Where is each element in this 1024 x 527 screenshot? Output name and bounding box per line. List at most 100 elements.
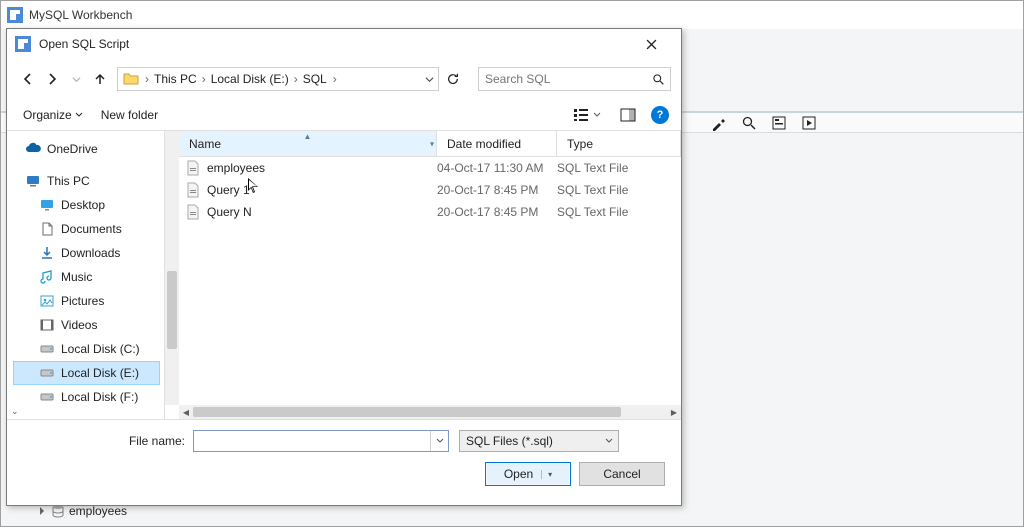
music-icon: [39, 269, 55, 285]
navpane-documents[interactable]: Documents: [13, 217, 160, 241]
filetype-label: SQL Files (*.sql): [460, 434, 600, 448]
mysql-workbench-icon: [7, 7, 23, 23]
filename-input[interactable]: [194, 434, 430, 448]
file-row[interactable]: Query 1 20-Oct-17 8:45 PM SQL Text File: [179, 179, 681, 201]
horizontal-scrollbar[interactable]: ◀ ▶: [179, 405, 681, 419]
search-icon: [646, 73, 670, 86]
file-row[interactable]: Query N 20-Oct-17 8:45 PM SQL Text File: [179, 201, 681, 223]
preview-pane-button[interactable]: [615, 103, 641, 127]
pictures-icon: [39, 293, 55, 309]
scrollbar-thumb[interactable]: [193, 407, 621, 417]
scrollbar-thumb[interactable]: [167, 271, 177, 349]
cancel-button[interactable]: Cancel: [579, 462, 665, 486]
documents-icon: [39, 221, 55, 237]
navpane-onedrive[interactable]: OneDrive: [13, 137, 160, 161]
dialog-titlebar[interactable]: Open SQL Script: [7, 29, 681, 59]
folder-icon: [122, 70, 140, 88]
forward-button[interactable]: [41, 67, 63, 91]
sql-file-icon: [185, 182, 201, 198]
organize-label: Organize: [23, 108, 72, 122]
col-header-date[interactable]: Date modified: [437, 131, 557, 157]
column-filter-dropdown[interactable]: ▾: [430, 139, 434, 148]
workbench-titlebar: MySQL Workbench: [1, 1, 1023, 29]
pc-icon: [25, 173, 41, 189]
help-button[interactable]: ?: [651, 106, 669, 124]
arrow-right-icon: [44, 71, 60, 87]
preview-pane-icon: [619, 106, 637, 124]
navpane-network[interactable]: Network: [13, 417, 160, 419]
vertical-scrollbar[interactable]: [165, 131, 179, 405]
scroll-right-icon[interactable]: ▶: [667, 405, 681, 419]
navpane-downloads[interactable]: Downloads: [13, 241, 160, 265]
navpane-pictures[interactable]: Pictures: [13, 289, 160, 313]
drive-icon: [39, 341, 55, 357]
pane-splitter[interactable]: [158, 131, 164, 419]
file-list-pane: Name ▲ ▾ Date modified Type employees 04…: [165, 131, 681, 419]
navpane-diskc[interactable]: Local Disk (C:): [13, 337, 160, 361]
open-button[interactable]: Open ▾: [485, 462, 571, 486]
tree-item-label: employees: [69, 504, 127, 518]
form-icon[interactable]: [771, 115, 787, 131]
view-details-icon: [572, 106, 590, 124]
address-dropdown[interactable]: [420, 68, 438, 90]
navpane-desktop[interactable]: Desktop: [13, 193, 160, 217]
close-button[interactable]: [629, 33, 673, 55]
col-header-type[interactable]: Type: [557, 131, 681, 157]
desktop-icon: [39, 197, 55, 213]
arrow-left-icon: [20, 71, 36, 87]
search-input[interactable]: [479, 72, 646, 86]
col-header-name[interactable]: Name ▲ ▾: [179, 131, 437, 157]
chevron-down-icon: [605, 437, 613, 445]
navpane-diskf[interactable]: Local Disk (F:): [13, 385, 160, 409]
dialog-title: Open SQL Script: [39, 37, 129, 51]
dialog-app-icon: [15, 36, 31, 52]
caret-right-icon: [37, 506, 47, 516]
zoom-icon[interactable]: [741, 115, 757, 131]
breadcrumb[interactable]: Local Disk (E:): [207, 68, 293, 90]
navpane-diske[interactable]: Local Disk (E:): [13, 361, 160, 385]
address-bar[interactable]: › This PC › Local Disk (E:) › SQL ›: [117, 67, 439, 91]
filename-combobox[interactable]: [193, 430, 449, 452]
chevron-down-icon: [75, 111, 83, 119]
navpane-videos[interactable]: Videos: [13, 313, 160, 337]
videos-icon: [39, 317, 55, 333]
recent-dropdown[interactable]: [65, 67, 87, 91]
tree-item-employees[interactable]: employees: [37, 504, 127, 518]
refresh-icon: [446, 72, 460, 86]
breadcrumb[interactable]: This PC: [150, 68, 201, 90]
database-icon: [51, 504, 65, 518]
drive-icon: [39, 389, 55, 405]
up-button[interactable]: [89, 67, 111, 91]
open-split-dropdown[interactable]: ▾: [541, 470, 552, 479]
workbench-title: MySQL Workbench: [29, 8, 132, 22]
file-row[interactable]: employees 04-Oct-17 11:30 AM SQL Text Fi…: [179, 157, 681, 179]
new-folder-button[interactable]: New folder: [97, 105, 162, 125]
chevron-down-icon: [72, 75, 81, 84]
search-box[interactable]: [478, 67, 671, 91]
navpane-music[interactable]: Music: [13, 265, 160, 289]
paintbrush-icon[interactable]: [711, 115, 727, 131]
execute-icon[interactable]: [801, 115, 817, 131]
sort-asc-icon: ▲: [304, 132, 312, 141]
breadcrumb[interactable]: SQL: [299, 68, 331, 90]
navpane-thispc[interactable]: This PC: [13, 169, 160, 193]
chevron-down-icon: [593, 111, 601, 119]
filename-label: File name:: [21, 434, 193, 448]
new-folder-label: New folder: [101, 108, 158, 122]
navpane-expand-caret[interactable]: ⌄: [7, 406, 19, 417]
nav-row: › This PC › Local Disk (E:) › SQL ›: [7, 59, 681, 99]
sql-file-icon: [185, 204, 201, 220]
back-button[interactable]: [17, 67, 39, 91]
drive-icon: [39, 365, 55, 381]
dialog-footer: File name: SQL Files (*.sql) Open ▾ Canc…: [7, 419, 681, 505]
organize-button[interactable]: Organize: [19, 105, 87, 125]
filetype-combobox[interactable]: SQL Files (*.sql): [459, 430, 619, 452]
refresh-button[interactable]: [440, 67, 466, 91]
onedrive-icon: [25, 141, 41, 157]
view-options-button[interactable]: [568, 103, 605, 127]
filetype-dropdown[interactable]: [600, 431, 618, 451]
filename-dropdown[interactable]: [430, 431, 448, 451]
chevron-down-icon: [425, 75, 434, 84]
open-file-dialog: Open SQL Script › This PC › Local Disk (…: [6, 28, 682, 506]
scroll-left-icon[interactable]: ◀: [179, 405, 193, 419]
